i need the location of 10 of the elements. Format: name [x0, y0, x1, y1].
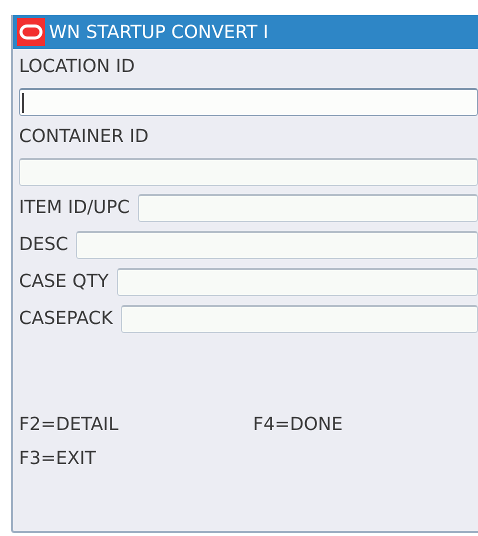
- field-label: CASE QTY: [19, 270, 109, 294]
- field-label: ITEM ID/UPC: [19, 196, 130, 220]
- function-key-hint: F2=DETAIL: [19, 413, 120, 437]
- field-label: CONTAINER ID: [19, 125, 150, 149]
- field-label: DESC: [19, 233, 68, 257]
- function-key-hint: F3=EXIT: [19, 447, 97, 471]
- field-label: CASEPACK: [19, 307, 113, 331]
- window-title: WN STARTUP CONVERT I: [49, 22, 268, 42]
- function-key-hint: F4=DONE: [253, 413, 344, 437]
- field-label: LOCATION ID: [19, 55, 136, 79]
